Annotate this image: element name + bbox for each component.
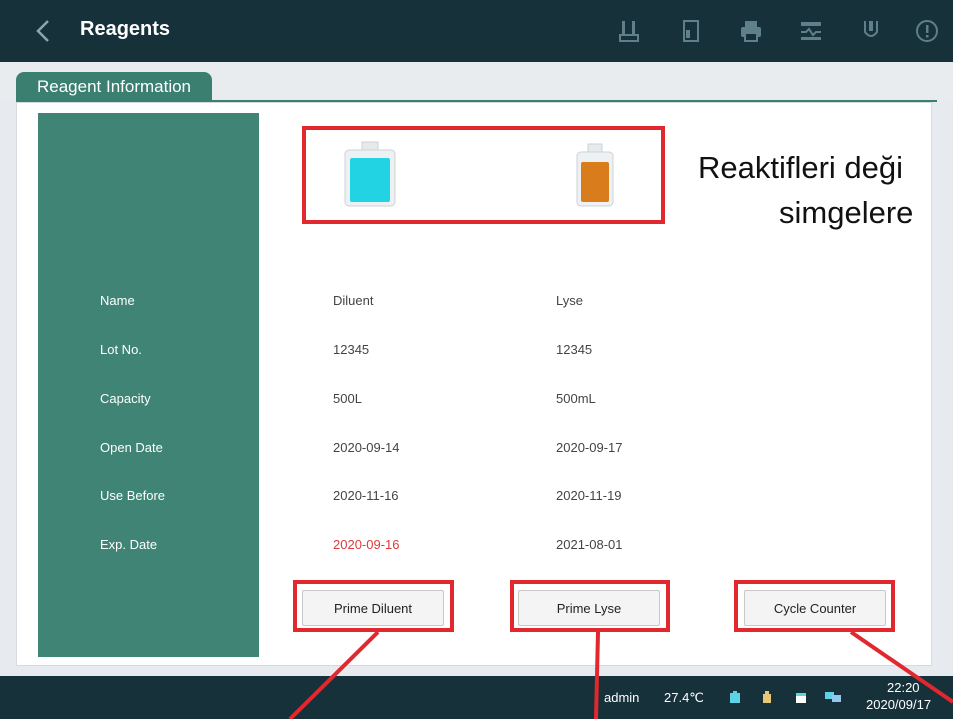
clock-time: 22:20 — [887, 680, 920, 695]
temperature-readout: 27.4℃ — [664, 690, 704, 705]
print-icon[interactable] — [738, 18, 764, 44]
annotation-line-1: Reaktifleri deği — [698, 150, 904, 185]
waste-status-icon[interactable] — [760, 690, 774, 704]
lyse-open-date: 2020-09-17 — [556, 440, 623, 455]
diluent-open-date: 2020-09-14 — [333, 440, 400, 455]
diluent-use-before: 2020-11-16 — [333, 488, 399, 503]
back-arrow-icon[interactable] — [30, 16, 58, 46]
row-label-lot-no: Lot No. — [100, 342, 142, 357]
user-name: admin — [604, 690, 640, 705]
calibration-icon[interactable] — [798, 18, 824, 44]
row-label-capacity: Capacity — [100, 391, 151, 406]
lyse-lot-no: 12345 — [556, 342, 593, 357]
diluent-exp-date: 2020-09-16 — [333, 537, 400, 552]
prime-lyse-highlight-box — [510, 580, 670, 632]
prime-diluent-highlight-box — [293, 580, 454, 632]
clock-date: 2020/09/17 — [866, 697, 932, 712]
diluent-capacity: 500L — [333, 391, 362, 406]
lyse-exp-date: 2021-08-01 — [556, 537, 623, 552]
diluent-lot-no: 12345 — [333, 342, 370, 357]
row-label-exp-date: Exp. Date — [100, 537, 158, 552]
diluent-name: Diluent — [333, 293, 374, 308]
bottles-highlight-box — [302, 126, 665, 224]
lyse-name: Lyse — [556, 293, 583, 308]
page-title: Reagents — [80, 18, 171, 40]
row-label-name: Name — [100, 293, 135, 308]
network-icon[interactable] — [824, 690, 842, 704]
lyse-use-before: 2020-11-19 — [556, 488, 622, 503]
probe-icon[interactable] — [616, 18, 642, 44]
cycle-counter-highlight-box — [734, 580, 895, 632]
label-column — [38, 113, 259, 657]
cleaning-icon[interactable] — [858, 18, 884, 44]
reagent-status-icon[interactable] — [728, 690, 742, 704]
row-label-use-before: Use Before — [100, 488, 166, 503]
tab-reagent-information[interactable]: Reagent Information — [16, 72, 212, 102]
door-icon[interactable] — [678, 18, 704, 44]
row-label-open-date: Open Date — [100, 440, 163, 455]
annotation-line-2: simgelere — [779, 195, 914, 230]
status-bar — [0, 676, 953, 719]
lyse-capacity: 500mL — [556, 391, 596, 406]
info-icon[interactable] — [914, 18, 940, 44]
calendar-icon[interactable] — [794, 690, 808, 704]
